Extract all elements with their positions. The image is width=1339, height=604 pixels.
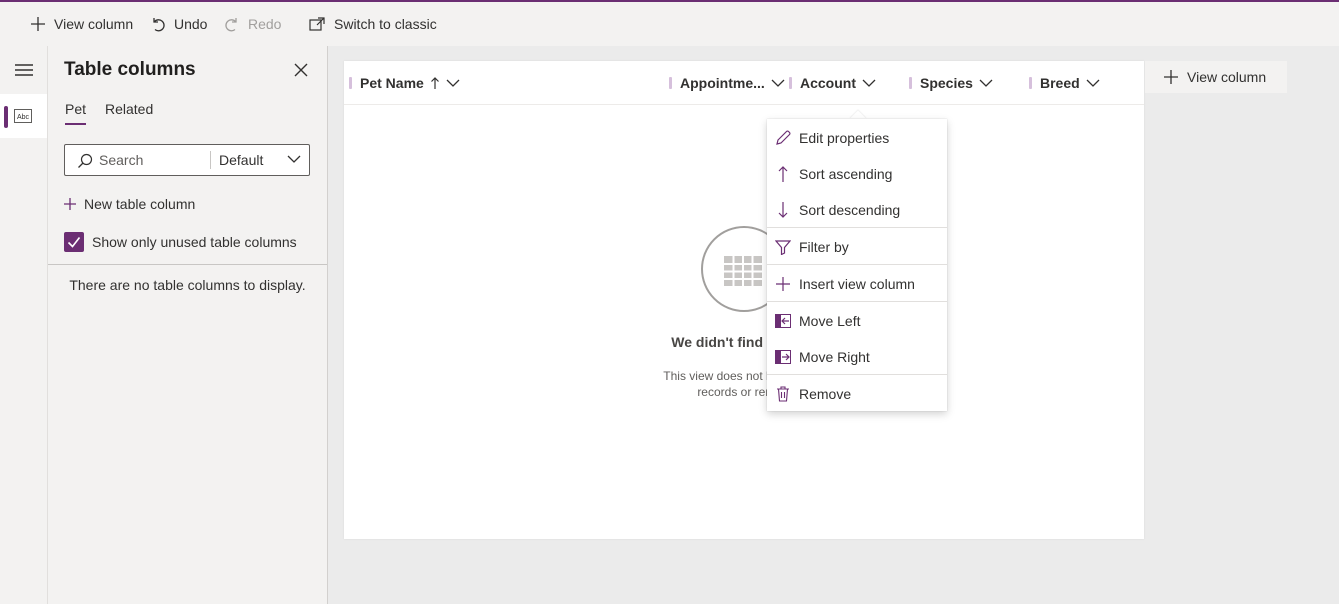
menu-item-move-left[interactable]: Move Left: [767, 303, 947, 339]
empty-state-title: We didn't find anythin: [671, 334, 817, 350]
active-indicator: [4, 106, 8, 128]
menu-item-label: Move Right: [799, 349, 870, 365]
panel-divider: [48, 264, 327, 265]
chevron-down-icon: [862, 79, 876, 87]
switch-to-classic-button[interactable]: Switch to classic: [309, 2, 437, 46]
search-input[interactable]: [99, 145, 207, 175]
resize-grip[interactable]: [349, 77, 352, 89]
unused-columns-checkbox[interactable]: [64, 232, 84, 252]
menu-item-move-right[interactable]: Move Right: [767, 339, 947, 375]
plus-icon: [776, 277, 790, 291]
column-label: Account: [800, 75, 856, 91]
column-header-appointment[interactable]: Appointme...: [669, 61, 785, 105]
grid-header: Pet Name Appointme... Account Species Br…: [344, 61, 1144, 105]
open-external-icon: [309, 17, 325, 31]
rail-icon-text: Abc: [17, 114, 30, 121]
left-rail: Abc: [0, 46, 48, 604]
menu-item-filter-by[interactable]: Filter by: [767, 229, 947, 265]
resize-grip[interactable]: [1029, 77, 1032, 89]
view-column-button[interactable]: View column: [30, 2, 133, 46]
chevron-down-icon: [1086, 79, 1100, 87]
view-column-label: View column: [54, 16, 134, 32]
undo-button[interactable]: Undo: [150, 2, 207, 46]
plus-icon: [31, 17, 45, 31]
menu-separator: [767, 227, 947, 228]
trash-icon: [777, 386, 789, 402]
column-header-species[interactable]: Species: [909, 61, 993, 105]
new-table-column-button[interactable]: New table column: [64, 196, 195, 212]
search-icon: [78, 153, 93, 168]
menu-item-label: Move Left: [799, 313, 861, 329]
close-icon[interactable]: [292, 61, 310, 79]
tab-related[interactable]: Related: [105, 101, 153, 123]
add-view-column-button[interactable]: View column: [1145, 61, 1287, 93]
tab-pet[interactable]: Pet: [65, 101, 87, 125]
rail-item-columns[interactable]: Abc: [0, 94, 47, 138]
redo-button[interactable]: Redo: [224, 2, 281, 46]
no-columns-message: There are no table columns to display.: [69, 277, 306, 293]
menu-item-sort-descending[interactable]: Sort descending: [767, 192, 947, 228]
move-right-icon: [775, 350, 791, 364]
redo-icon: [225, 18, 237, 32]
sort-ascending-icon: [430, 77, 439, 89]
column-header-pet-name[interactable]: Pet Name: [349, 61, 460, 105]
menu-item-label: Filter by: [799, 239, 849, 255]
chevron-down-icon: [979, 79, 993, 87]
column-label: Species: [920, 75, 973, 91]
view-grid: Pet Name Appointme... Account Species Br…: [344, 61, 1144, 539]
arrow-up-icon: [778, 166, 788, 182]
menu-item-label: Sort ascending: [799, 166, 893, 182]
hamburger-menu-icon[interactable]: [14, 62, 34, 78]
panel-title: Table columns: [64, 59, 196, 80]
plus-icon: [64, 198, 76, 210]
chevron-down-icon: [771, 79, 785, 87]
pencil-icon: [776, 130, 791, 145]
column-label: Pet Name: [360, 75, 424, 91]
menu-separator: [767, 374, 947, 375]
column-context-menu: Edit properties Sort ascending Sort desc…: [767, 119, 947, 411]
column-label: Breed: [1040, 75, 1080, 91]
menu-item-edit-properties[interactable]: Edit properties: [767, 120, 947, 156]
filter-dropdown[interactable]: Default: [211, 145, 309, 175]
table-icon: [724, 256, 762, 286]
search-box: Default: [64, 144, 310, 176]
menu-separator: [767, 264, 947, 265]
column-label: Appointme...: [680, 75, 765, 91]
add-view-column-label: View column: [1187, 69, 1267, 85]
menu-item-label: Sort descending: [799, 202, 901, 218]
filter-dropdown-value: Default: [219, 152, 264, 168]
filter-icon: [775, 240, 791, 255]
column-header-breed[interactable]: Breed: [1029, 61, 1100, 105]
text-field-icon: Abc: [14, 109, 32, 123]
redo-label: Redo: [248, 16, 282, 32]
plus-icon: [1164, 70, 1178, 84]
chevron-down-icon: [446, 79, 460, 87]
undo-icon: [153, 18, 165, 32]
column-header-account[interactable]: Account: [789, 61, 876, 105]
checkbox-label: Show only unused table columns: [92, 234, 297, 250]
menu-separator: [767, 301, 947, 302]
unused-columns-checkbox-row[interactable]: Show only unused table columns: [64, 232, 297, 252]
menu-item-insert-view-column[interactable]: Insert view column: [767, 266, 947, 302]
checkmark-icon: [67, 237, 81, 248]
switch-to-classic-label: Switch to classic: [334, 16, 437, 32]
menu-item-label: Insert view column: [799, 276, 915, 292]
menu-item-remove[interactable]: Remove: [767, 376, 947, 412]
command-bar: View column Undo Redo Switch to classic: [0, 0, 1339, 46]
menu-item-sort-ascending[interactable]: Sort ascending: [767, 156, 947, 192]
chevron-down-icon: [287, 155, 301, 163]
table-columns-panel: Table columns Pet Related Default New ta…: [48, 46, 328, 604]
new-table-column-label: New table column: [84, 196, 196, 212]
undo-label: Undo: [174, 16, 208, 32]
resize-grip[interactable]: [789, 77, 792, 89]
arrow-down-icon: [778, 202, 788, 218]
resize-grip[interactable]: [669, 77, 672, 89]
resize-grip[interactable]: [909, 77, 912, 89]
move-left-icon: [775, 314, 791, 328]
menu-item-label: Edit properties: [799, 130, 890, 146]
menu-item-label: Remove: [799, 386, 852, 402]
